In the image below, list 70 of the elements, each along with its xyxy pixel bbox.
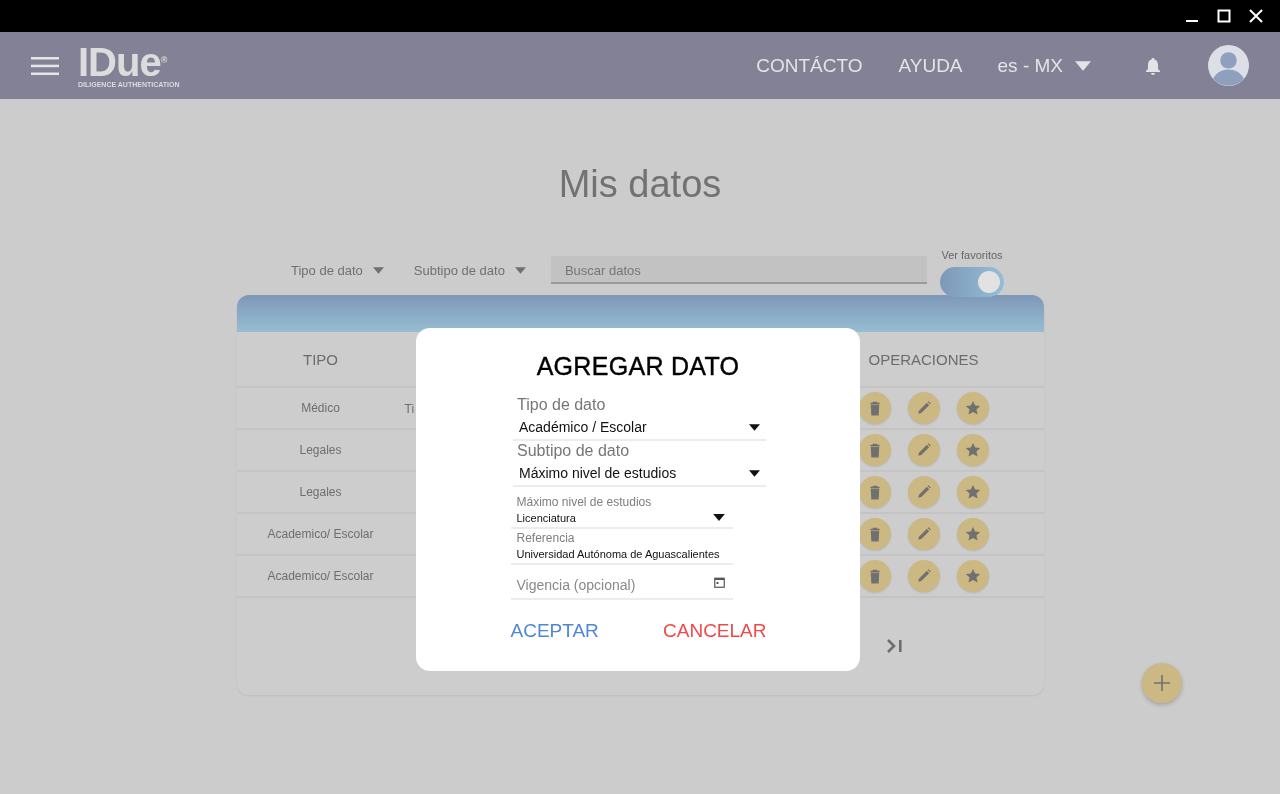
caret-icon: [712, 514, 725, 521]
bell-icon[interactable]: [1143, 55, 1163, 76]
filter-dropdown[interactable]: Subtipo de dato: [413, 256, 526, 284]
caret-icon: [749, 469, 760, 477]
favorite-button[interactable]: [956, 560, 989, 592]
star-icon: [964, 568, 981, 584]
column-header: TIPO: [302, 350, 339, 368]
table-cell: Ti: [404, 402, 415, 416]
pencil-icon: [915, 484, 932, 500]
field-label: Subtipo de dato: [516, 441, 631, 461]
nav-link[interactable]: CONTÁCTO: [756, 54, 863, 77]
dropdown-field[interactable]: Máximo nivel de estudios: [513, 461, 766, 487]
delete-button[interactable]: [858, 392, 891, 424]
brand-logo: IDue$^{®}$: [78, 43, 167, 80]
pencil-icon: [915, 442, 932, 458]
field-label: Tipo de dato: [516, 395, 607, 415]
caret-icon: [749, 423, 760, 431]
star-icon: [964, 484, 981, 500]
table-cell-text: Legales: [298, 485, 343, 499]
toggle-label: Ver favoritos: [941, 249, 1003, 261]
favorite-button[interactable]: [956, 476, 989, 508]
edit-button[interactable]: [907, 518, 940, 550]
dialog-title: AGREGAR DATO: [536, 351, 740, 381]
language-selector[interactable]: es - MX: [997, 54, 1063, 77]
text-field[interactable]: Universidad Autónoma de Aguascalientes: [510, 545, 733, 565]
favorite-button[interactable]: [956, 434, 989, 466]
plus-icon: [1153, 674, 1171, 692]
delete-button[interactable]: [858, 518, 891, 550]
favorite-button[interactable]: [956, 518, 989, 550]
pencil-icon: [915, 568, 932, 584]
avatar-icon[interactable]: [1208, 45, 1249, 86]
edit-button[interactable]: [907, 392, 940, 424]
column-header: OPERACIONES: [867, 350, 980, 368]
menu-icon[interactable]: [31, 56, 59, 75]
table-cell-text: Médico: [300, 401, 341, 415]
delete-button[interactable]: [858, 560, 891, 592]
delete-button[interactable]: [858, 434, 891, 466]
edit-button[interactable]: [907, 560, 940, 592]
delete-button[interactable]: [858, 476, 891, 508]
pencil-icon: [915, 526, 932, 542]
search-field[interactable]: Buscar datos: [550, 256, 927, 284]
edit-button[interactable]: [907, 434, 940, 466]
add-button[interactable]: [1142, 663, 1182, 703]
dropdown-field[interactable]: Académico / Escolar: [513, 415, 766, 441]
dropdown-field[interactable]: Licenciatura: [510, 509, 733, 529]
caret-icon: [514, 266, 526, 274]
field-label: Referencia: [515, 531, 576, 545]
edit-button[interactable]: [907, 476, 940, 508]
last-page-icon[interactable]: [885, 638, 904, 654]
cancel-button[interactable]: CANCELAR: [663, 620, 767, 642]
calendar-icon[interactable]: [713, 577, 725, 588]
date-field[interactable]: Vigencia (opcional): [510, 567, 733, 600]
maximize-icon[interactable]: [1217, 9, 1231, 23]
star-icon: [964, 442, 981, 458]
accept-button[interactable]: ACEPTAR: [510, 620, 599, 642]
caret-icon: [372, 266, 384, 274]
table-cell-text: Academico/ Escolar: [266, 569, 375, 583]
filter-dropdown[interactable]: Tipo de dato: [291, 256, 384, 284]
caret-icon[interactable]: [1075, 60, 1091, 71]
favorites-toggle[interactable]: [940, 267, 1004, 297]
star-icon: [964, 400, 981, 416]
favorite-button[interactable]: [956, 392, 989, 424]
star-icon: [964, 526, 981, 542]
close-icon[interactable]: [1249, 9, 1263, 23]
nav-link[interactable]: AYUDA: [898, 54, 963, 77]
page-title: Mis datos: [558, 162, 722, 206]
table-cell-text: Legales: [298, 443, 343, 457]
field-label: Máximo nivel de estudios: [515, 495, 653, 509]
table-cell-text: Academico/ Escolar: [266, 527, 375, 541]
pencil-icon: [915, 400, 932, 416]
